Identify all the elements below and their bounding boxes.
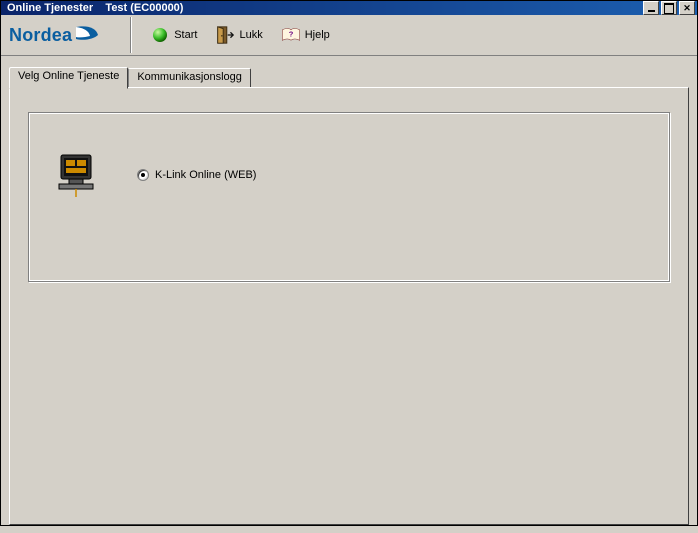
app-window: Online Tjenester Test (EC00000) Nordea: [0, 0, 698, 526]
help-book-icon: ?: [281, 25, 301, 45]
tab-panel: K-Link Online (WEB): [9, 87, 689, 525]
minimize-button[interactable]: [643, 1, 659, 15]
brand-logo: Nordea: [9, 25, 118, 46]
tab-strip: Velg Online Tjeneste Kommunikasjonslogg: [9, 66, 689, 88]
hjelp-button[interactable]: ? Hjelp: [275, 17, 336, 53]
toolbar-separator: [130, 17, 132, 53]
lukk-label: Lukk: [239, 29, 262, 41]
nordea-sail-icon: [74, 25, 100, 45]
tab-comm-log-label: Kommunikasjonslogg: [137, 71, 242, 83]
start-button[interactable]: Start: [144, 17, 203, 53]
toolbar: Nordea St: [1, 15, 697, 56]
window-title: Online Tjenester Test (EC00000): [3, 2, 183, 14]
maximize-button[interactable]: [661, 1, 677, 15]
lukk-button[interactable]: Lukk: [209, 17, 268, 53]
client-area: Velg Online Tjeneste Kommunikasjonslogg: [1, 56, 697, 533]
door-exit-icon: [215, 25, 235, 45]
computer-icon: [55, 153, 97, 197]
service-groupbox: K-Link Online (WEB): [28, 112, 670, 282]
hjelp-label: Hjelp: [305, 29, 330, 41]
brand-name: Nordea: [9, 25, 72, 46]
radio-klink-online[interactable]: K-Link Online (WEB): [137, 169, 256, 181]
tab-comm-log[interactable]: Kommunikasjonslogg: [128, 68, 251, 88]
window-controls: [641, 1, 695, 15]
radio-klink-label: K-Link Online (WEB): [155, 169, 256, 181]
radio-icon: [137, 169, 149, 181]
service-row: K-Link Online (WEB): [55, 153, 256, 197]
tab-select-service-label: Velg Online Tjeneste: [18, 70, 119, 82]
close-button[interactable]: [679, 1, 695, 15]
titlebar: Online Tjenester Test (EC00000): [1, 1, 697, 15]
tab-select-service[interactable]: Velg Online Tjeneste: [9, 67, 128, 89]
svg-text:?: ?: [288, 30, 293, 39]
green-ball-icon: [150, 25, 170, 45]
start-label: Start: [174, 29, 197, 41]
